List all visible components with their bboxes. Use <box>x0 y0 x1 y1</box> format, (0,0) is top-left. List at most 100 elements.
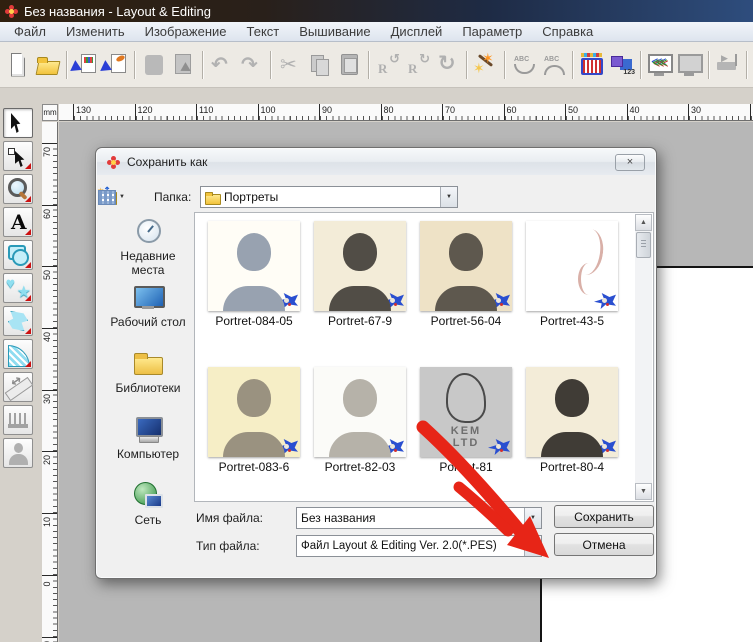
toolbar-button-icon[interactable] <box>102 51 130 79</box>
toolbar-button-icon[interactable] <box>572 51 574 79</box>
folder-combobox[interactable]: Портреты <box>200 186 458 208</box>
menu-item[interactable]: Вышивание <box>289 22 380 41</box>
dialog-titlebar[interactable]: Сохранить как × <box>97 149 655 175</box>
toolbar-button-icon[interactable] <box>434 51 462 79</box>
scrollbar-thumb[interactable] <box>636 232 651 258</box>
menu-item[interactable]: Справка <box>532 22 603 41</box>
tool-button-icon[interactable] <box>3 405 33 435</box>
toolbar-button-icon[interactable] <box>270 51 272 79</box>
ruler-tick-label: 50 <box>42 266 57 328</box>
file-item[interactable]: Portret-083-6 <box>201 365 307 511</box>
tool-button-icon[interactable] <box>3 438 33 468</box>
tool-button-icon[interactable] <box>3 141 33 171</box>
toolbar-button-icon[interactable] <box>646 51 674 79</box>
tool-button-icon[interactable] <box>3 339 33 369</box>
ruler-tick-label: 40 <box>627 104 689 120</box>
tool-button-icon[interactable] <box>3 372 33 402</box>
toolbar-button-icon[interactable] <box>640 51 642 79</box>
close-icon[interactable]: × <box>615 154 645 171</box>
place-item[interactable]: Недавние места <box>104 216 192 280</box>
menu-item[interactable]: Изменить <box>56 22 135 41</box>
toolbar-button-icon[interactable] <box>72 51 100 79</box>
filetype-combobox[interactable]: Файл Layout & Editing Ver. 2.0(*.PES) <box>296 535 542 557</box>
toolbar-button-icon[interactable] <box>714 51 742 79</box>
filename-value[interactable]: Без названия <box>301 511 376 525</box>
tool-button-icon[interactable] <box>3 108 33 138</box>
toolbar-button-icon[interactable] <box>4 51 32 79</box>
tool-button-icon[interactable] <box>3 207 33 237</box>
chevron-down-icon[interactable] <box>440 187 457 207</box>
file-item[interactable]: Portret-084-05 <box>201 219 307 365</box>
toolbar-button-icon[interactable] <box>510 51 538 79</box>
toolbar-button-icon[interactable] <box>276 51 304 79</box>
place-item[interactable]: Компьютер <box>104 414 192 478</box>
toolbar-button-icon[interactable] <box>746 51 748 79</box>
menu-item[interactable]: Параметр <box>452 22 532 41</box>
file-thumbnail[interactable] <box>526 221 618 311</box>
file-thumbnail[interactable] <box>208 367 300 457</box>
toolbar-button-icon[interactable] <box>404 51 432 79</box>
toolbar-button-icon[interactable] <box>34 51 62 79</box>
file-item[interactable]: Portret-43-5 <box>519 219 625 365</box>
place-item[interactable]: Библиотеки <box>104 348 192 412</box>
tool-button-icon[interactable] <box>3 174 33 204</box>
toolbar-button-icon[interactable] <box>134 51 136 79</box>
filename-combobox[interactable]: Без названия <box>296 507 542 529</box>
tool-button-icon[interactable] <box>3 306 33 336</box>
toolbar-button-icon[interactable] <box>608 51 636 79</box>
toolbar-button-icon[interactable] <box>336 51 364 79</box>
menu-item[interactable]: Дисплей <box>381 22 453 41</box>
ruler-tick-label: 30 <box>42 390 57 452</box>
file-item[interactable]: Portret-80-4 <box>519 365 625 511</box>
file-thumbnail[interactable]: KEM LTD <box>420 367 512 457</box>
file-item[interactable]: KEM LTD Portret-81 <box>413 365 519 511</box>
scrollbar[interactable]: ▲ ▼ <box>635 214 652 500</box>
toolbar-button-icon[interactable] <box>472 51 500 79</box>
toolbar-button-icon[interactable] <box>466 51 468 79</box>
file-thumbnail[interactable] <box>208 221 300 311</box>
folder-label: Папка: <box>154 190 191 204</box>
file-thumbnail[interactable] <box>314 221 406 311</box>
menu-item[interactable]: Изображение <box>135 22 237 41</box>
scroll-down-icon[interactable]: ▼ <box>635 483 652 500</box>
ruler-tick-label: 60 <box>504 104 566 120</box>
menu-item[interactable]: Файл <box>4 22 56 41</box>
toolbar-button-icon[interactable] <box>504 51 506 79</box>
file-item[interactable]: Portret-82-03 <box>307 365 413 511</box>
save-button[interactable]: Сохранить <box>554 505 654 528</box>
toolbar-button-icon[interactable] <box>578 51 606 79</box>
chevron-down-icon[interactable] <box>524 508 541 528</box>
toolbar-button-icon[interactable] <box>368 51 370 79</box>
toolbar-button-icon[interactable] <box>170 51 198 79</box>
toolbar-button-icon[interactable] <box>140 51 168 79</box>
toolbar-button-icon[interactable] <box>306 51 334 79</box>
file-thumbnail[interactable] <box>420 221 512 311</box>
toolbar-button-icon[interactable] <box>66 51 68 79</box>
chevron-down-icon[interactable] <box>524 536 541 556</box>
tool-button-icon[interactable] <box>3 273 33 303</box>
place-item[interactable]: Сеть <box>104 480 192 544</box>
tool-button-icon[interactable] <box>3 240 33 270</box>
ruler-tick-label: 90 <box>319 104 381 120</box>
file-item[interactable]: Portret-56-04 <box>413 219 519 365</box>
places-bar: Недавние места Рабочий стол Библиотеки К… <box>104 214 192 544</box>
file-list: Portret-084-05 Portret-67-9 <box>194 212 654 502</box>
dialog-nav-button-icon[interactable] <box>96 186 128 207</box>
app-titlebar[interactable]: Без названия - Layout & Editing <box>0 0 753 22</box>
toolbar-button-icon[interactable] <box>202 51 204 79</box>
menu-item[interactable]: Текст <box>237 22 290 41</box>
toolbar-button-icon[interactable] <box>676 51 704 79</box>
file-thumbnail[interactable] <box>526 367 618 457</box>
scroll-up-icon[interactable]: ▲ <box>635 214 652 231</box>
toolbar-button-icon[interactable] <box>238 51 266 79</box>
file-thumbnail[interactable] <box>314 367 406 457</box>
toolbar-button-icon[interactable] <box>208 51 236 79</box>
toolbar-button-icon[interactable] <box>708 51 710 79</box>
file-item[interactable]: Portret-67-9 <box>307 219 413 365</box>
toolbar-button-icon[interactable] <box>374 51 402 79</box>
place-item[interactable]: Рабочий стол <box>104 282 192 346</box>
ruler-unit-box: mm <box>42 104 58 121</box>
toolbar-button-icon[interactable] <box>540 51 568 79</box>
cancel-button[interactable]: Отмена <box>554 533 654 556</box>
menu-bar: Файл Изменить Изображение Текст Вышивани… <box>0 22 753 42</box>
